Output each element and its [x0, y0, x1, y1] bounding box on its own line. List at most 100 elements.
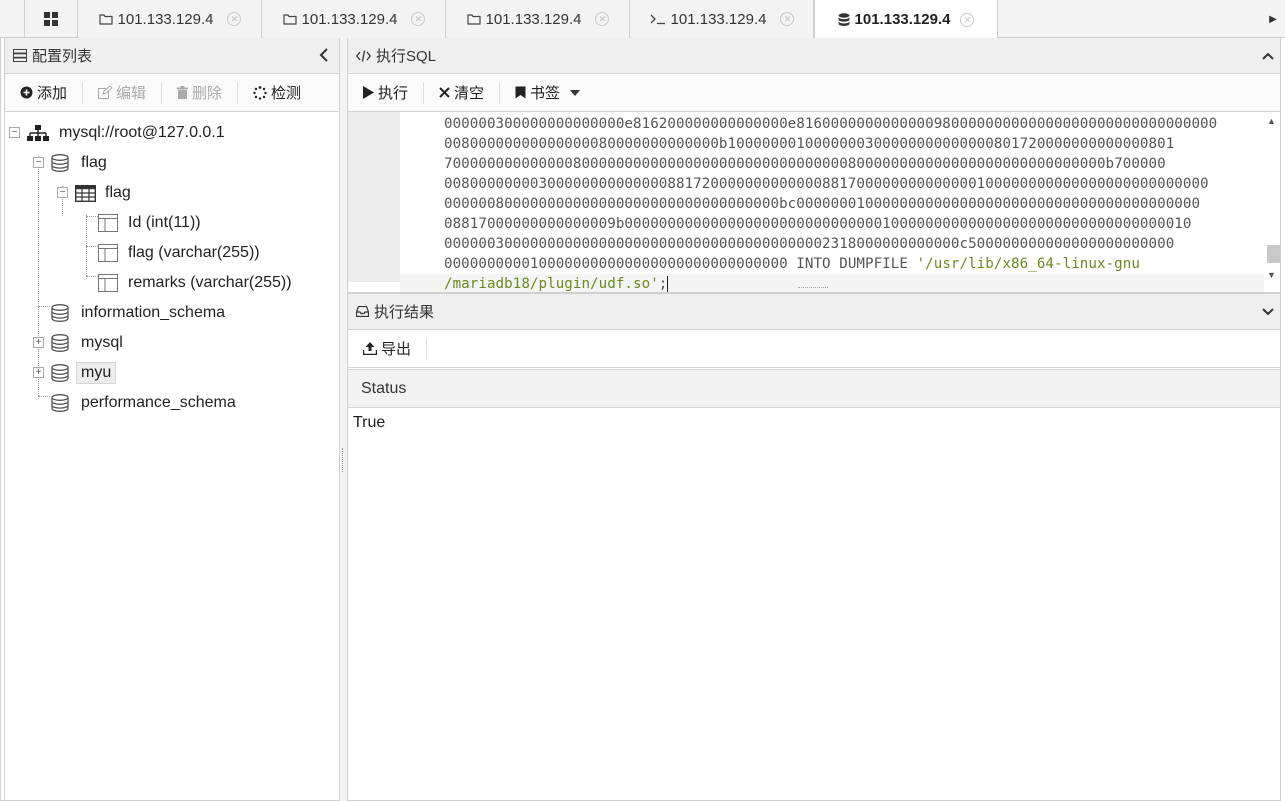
code-line-current: /mariadb18/plugin/udf.so'; — [400, 274, 1264, 292]
tree-node-column-remarks[interactable]: remarks (varchar(255)) — [98, 268, 292, 298]
tab-label: 101.133.129.4 — [117, 10, 214, 28]
result-toolbar: 导出 — [348, 330, 1280, 368]
scrollbar-thumb[interactable] — [1267, 245, 1280, 263]
code-line: 00800000000000000080000000000000b1000000… — [444, 136, 1175, 152]
execute-button[interactable]: 执行 — [356, 80, 415, 106]
tree-node-label: flag — [105, 184, 131, 201]
sql-editor[interactable]: 000000300000000000000e816200000000000000… — [348, 112, 1280, 292]
delete-button[interactable]: 删除 — [170, 80, 229, 106]
tab-5-active[interactable]: 101.133.129.4 ✕ — [814, 0, 998, 39]
close-icon[interactable]: ✕ — [411, 12, 426, 26]
text-cursor — [667, 276, 669, 292]
editor-scrollbar[interactable]: ▲ ▼ — [1264, 112, 1280, 282]
terminal-icon — [650, 13, 666, 25]
grid-icon — [44, 12, 58, 26]
database-icon — [51, 334, 69, 352]
edit-button[interactable]: 编辑 — [91, 80, 153, 106]
tree-node-db-myu[interactable]: myu — [51, 358, 117, 388]
tab-3[interactable]: 101.133.129.4 ✕ — [447, 0, 630, 38]
tree-node-db-performance-schema[interactable]: performance_schema — [51, 388, 236, 418]
expand-toggle[interactable]: + — [33, 367, 44, 378]
database-icon — [51, 154, 69, 172]
tab-bar: ◀ 101.133.129.4 ✕ 101.133.129.4 ✕ 101.13… — [0, 0, 1285, 801]
play-icon — [363, 86, 374, 99]
panel-title: 配置列表 — [32, 48, 93, 65]
scroll-up-icon[interactable]: ▲ — [1267, 116, 1276, 126]
column-icon — [98, 244, 118, 262]
toolbar-divider — [161, 81, 163, 104]
result-column-header-status[interactable]: Status — [348, 369, 1280, 408]
code-line: 08817000000000000009b0000000000000000000… — [444, 216, 1192, 232]
tree-node-label: mysql://root@127.0.0.1 — [59, 124, 225, 141]
execute-result-panel: 执行结果 导出 Status True — [347, 293, 1281, 801]
tree-node-label: performance_schema — [81, 394, 236, 411]
bookmark-dropdown[interactable]: 书签 — [508, 80, 587, 106]
database-icon — [51, 304, 69, 322]
tree-node-label: mysql — [81, 334, 123, 351]
close-icon[interactable]: ✕ — [227, 12, 242, 26]
bookmark-icon — [515, 86, 526, 99]
toolbar-divider — [423, 81, 425, 104]
code-line: 0000003000000000000000000000000000000000… — [444, 236, 1175, 252]
result-cell[interactable]: True — [353, 414, 385, 432]
chevron-down-icon[interactable] — [1262, 304, 1274, 321]
tree-node-db-mysql[interactable]: mysql — [51, 328, 123, 358]
panel-title: 执行结果 — [374, 304, 435, 321]
plus-circle-icon — [20, 86, 33, 99]
execute-result-header: 执行结果 — [348, 294, 1280, 330]
config-list-panel: 配置列表 添加 编辑 删除 检测 − mysql://root@127.0.0.… — [4, 38, 340, 801]
tab-label: 101.133.129.4 — [485, 10, 582, 28]
add-button[interactable]: 添加 — [13, 80, 74, 106]
inbox-icon — [356, 306, 369, 317]
tree-node-column-id[interactable]: Id (int(11)) — [98, 208, 201, 238]
tree-node-table-flag[interactable]: flag — [75, 178, 131, 208]
config-toolbar: 添加 编辑 删除 检测 — [5, 74, 339, 112]
edit-icon — [98, 86, 113, 99]
table-icon — [75, 184, 96, 202]
toolbar-divider — [426, 337, 428, 360]
tree-node-db-information-schema[interactable]: information_schema — [51, 298, 225, 328]
tree-node-column-flag[interactable]: flag (varchar(255)) — [98, 238, 260, 268]
server-list-icon — [13, 49, 27, 62]
expand-toggle[interactable]: + — [33, 337, 44, 348]
tree-connector — [38, 396, 50, 397]
close-icon[interactable]: ✕ — [780, 12, 795, 26]
vertical-splitter[interactable] — [340, 38, 347, 801]
toolbar-divider — [237, 81, 239, 104]
chevron-up-icon[interactable] — [1262, 48, 1274, 65]
tree-node-db-flag[interactable]: flag — [51, 148, 107, 178]
database-icon — [51, 364, 69, 382]
collapse-toggle[interactable]: − — [33, 157, 44, 168]
tree-connector — [86, 246, 98, 247]
collapse-toggle[interactable]: − — [57, 187, 68, 198]
scroll-down-icon[interactable]: ▼ — [1267, 270, 1276, 280]
tree-node-connection[interactable]: mysql://root@127.0.0.1 — [27, 118, 225, 148]
tab-label: 101.133.129.4 — [854, 11, 951, 28]
folder-icon — [98, 13, 113, 25]
check-button[interactable]: 检测 — [246, 80, 308, 106]
panel-title: 执行SQL — [376, 48, 437, 65]
tree-connector — [86, 216, 98, 217]
tree-node-label: myu — [76, 362, 117, 384]
export-button[interactable]: 导出 — [356, 336, 418, 362]
execute-sql-header: 执行SQL — [348, 38, 1280, 74]
toolbar-divider — [499, 81, 501, 104]
tab-1[interactable]: 101.133.129.4 ✕ — [79, 0, 262, 38]
collapse-toggle[interactable]: − — [9, 127, 20, 138]
folder-icon — [466, 13, 481, 25]
tab-2[interactable]: 101.133.129.4 ✕ — [263, 0, 446, 38]
tab-scroll-right-button[interactable]: ▶ — [1261, 0, 1285, 38]
chevron-left-icon[interactable] — [319, 48, 329, 66]
close-icon[interactable]: ✕ — [595, 12, 610, 26]
database-icon — [838, 12, 850, 27]
close-icon[interactable]: ✕ — [960, 12, 975, 27]
tab-4[interactable]: 101.133.129.4 ✕ — [631, 0, 814, 38]
upload-icon — [363, 342, 377, 355]
column-icon — [98, 214, 118, 232]
tree-connector — [38, 156, 39, 396]
tab-home[interactable] — [24, 0, 78, 38]
tree-node-label: remarks (varchar(255)) — [128, 274, 292, 291]
tree-node-label: flag — [81, 154, 107, 171]
clear-button[interactable]: 清空 — [432, 80, 491, 106]
editor-resize-handle[interactable] — [798, 287, 828, 288]
